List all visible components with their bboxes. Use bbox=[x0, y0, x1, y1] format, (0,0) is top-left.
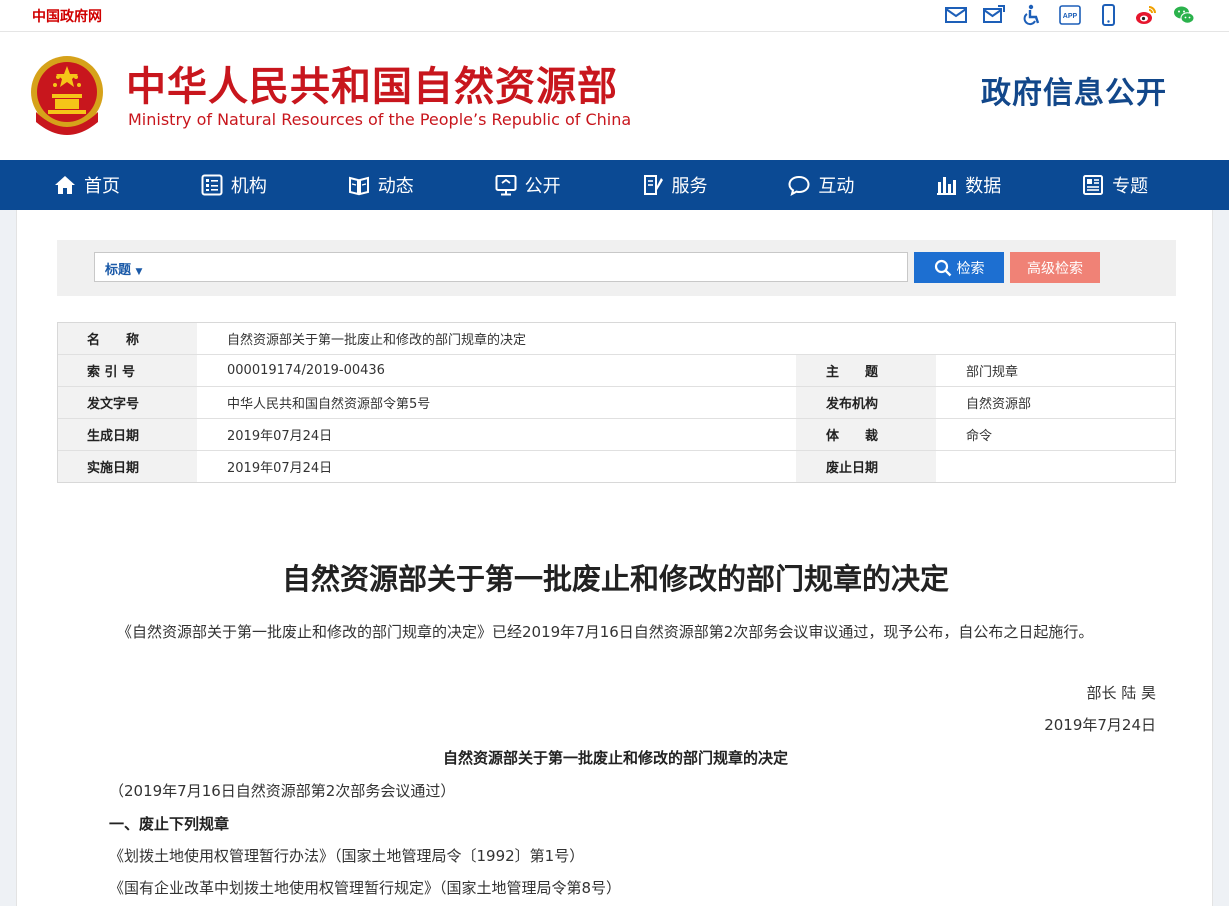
news-icon bbox=[348, 176, 369, 196]
nav-item-org[interactable]: 机构 bbox=[201, 160, 348, 210]
top-utility-bar: 中国政府网 APP bbox=[0, 0, 1229, 32]
meta-value-abolish bbox=[936, 450, 1176, 483]
search-panel: 标题 ▼ 检索 高级检索 bbox=[57, 240, 1176, 296]
advanced-search-button[interactable]: 高级检索 bbox=[1010, 252, 1100, 283]
gov-cn-link[interactable]: 中国政府网 bbox=[32, 6, 102, 26]
meta-value-theme: 部门规章 bbox=[936, 354, 1176, 387]
search-button[interactable]: 检索 bbox=[914, 252, 1004, 283]
meta-label-impldate: 实施日期 bbox=[57, 450, 197, 483]
meta-row: 生成日期 2019年07月24日 体 裁 命令 bbox=[57, 418, 1176, 451]
caret-down-icon: ▼ bbox=[135, 267, 143, 277]
search-icon bbox=[934, 259, 951, 276]
meta-label-theme: 主 题 bbox=[796, 354, 936, 387]
nav-item-home[interactable]: 首页 bbox=[54, 160, 201, 210]
mobile-icon[interactable] bbox=[1095, 3, 1121, 27]
main-nav: 首页 机构 动态 公开 服务 互动 数据 专题 bbox=[0, 160, 1229, 210]
adopted-note: （2019年7月16日自然资源部第2次部务会议通过） bbox=[109, 782, 456, 800]
service-icon bbox=[643, 175, 663, 195]
nav-item-data[interactable]: 数据 bbox=[935, 160, 1082, 210]
weibo-icon[interactable] bbox=[1133, 3, 1159, 27]
nav-item-interaction[interactable]: 互动 bbox=[788, 160, 935, 210]
meta-row: 实施日期 2019年07月24日 废止日期 bbox=[57, 450, 1176, 483]
disclosure-icon bbox=[495, 175, 517, 196]
utility-icons: APP bbox=[943, 3, 1197, 27]
meta-value-genre: 命令 bbox=[936, 418, 1176, 451]
meta-row: 索 引 号 000019174/2019-00436 主 题 部门规章 bbox=[57, 354, 1176, 387]
section-heading-abolish: 一、废止下列规章 bbox=[109, 815, 230, 833]
meta-label-publisher: 发布机构 bbox=[796, 386, 936, 419]
abolished-item: 《国有企业改革中划拨土地使用权管理暂行规定》（国家土地管理局令第8号） bbox=[109, 879, 622, 897]
section-title: 政府信息公开 bbox=[981, 76, 1167, 111]
site-name-cn[interactable]: 中华人民共和国自然资源部 bbox=[126, 54, 618, 112]
meta-label-index: 索 引 号 bbox=[57, 354, 197, 387]
document-meta-table: 名 称 自然资源部关于第一批废止和修改的部门规章的决定 索 引 号 000019… bbox=[57, 322, 1176, 483]
meta-row: 发文字号 中华人民共和国自然资源部令第5号 发布机构 自然资源部 bbox=[57, 386, 1176, 419]
nav-item-label: 首页 bbox=[84, 176, 120, 197]
app-icon[interactable]: APP bbox=[1057, 3, 1083, 27]
site-name-en: Ministry of Natural Resources of the Peo… bbox=[128, 110, 632, 129]
decision-subtitle: 自然资源部关于第一批废止和修改的部门规章的决定 bbox=[442, 749, 788, 767]
meta-label-docno: 发文字号 bbox=[57, 386, 197, 419]
meta-label-abolish: 废止日期 bbox=[796, 450, 936, 483]
app-icon-text: APP bbox=[1063, 13, 1078, 20]
nav-item-label: 机构 bbox=[230, 176, 267, 197]
search-input[interactable] bbox=[155, 255, 895, 279]
home-icon bbox=[55, 176, 75, 194]
meta-value-index: 000019174/2019-00436 bbox=[197, 354, 796, 387]
main-content: 标题 ▼ 检索 高级检索 名 称 自然资源部关于第一批废止和修改的部门规章的决定… bbox=[16, 210, 1213, 906]
nav-item-service[interactable]: 服务 bbox=[642, 160, 789, 210]
nav-item-label: 服务 bbox=[671, 176, 708, 197]
meta-value-impldate: 2019年07月24日 bbox=[197, 450, 796, 483]
nav-item-disclosure[interactable]: 公开 bbox=[495, 160, 642, 210]
meta-value-name: 自然资源部关于第一批废止和修改的部门规章的决定 bbox=[197, 322, 1176, 355]
search-type-dropdown[interactable]: 标题 ▼ bbox=[105, 259, 142, 278]
nav-item-label: 专题 bbox=[1112, 176, 1149, 197]
abolished-item: 《划拨土地使用权管理暂行办法》（国家土地管理局令〔1992〕第1号） bbox=[109, 847, 585, 865]
org-icon bbox=[201, 174, 223, 196]
meta-label-gendate: 生成日期 bbox=[57, 418, 197, 451]
search-box: 标题 ▼ bbox=[94, 252, 908, 282]
accessibility-icon[interactable] bbox=[1019, 3, 1045, 27]
meta-row: 名 称 自然资源部关于第一批废止和修改的部门规章的决定 bbox=[57, 322, 1176, 355]
document-title: 自然资源部关于第一批废止和修改的部门规章的决定 bbox=[281, 562, 949, 596]
nav-item-topic[interactable]: 专题 bbox=[1082, 160, 1229, 210]
topic-icon bbox=[1083, 175, 1104, 195]
site-header: 中华人民共和国自然资源部 Ministry of Natural Resourc… bbox=[0, 32, 1229, 160]
chat-icon bbox=[788, 175, 810, 196]
mail-reply-icon[interactable] bbox=[981, 3, 1007, 27]
signer: 部长 陆 昊 bbox=[1086, 684, 1156, 702]
chart-icon bbox=[937, 177, 957, 195]
sign-date: 2019年7月24日 bbox=[1044, 716, 1156, 734]
nav-item-news[interactable]: 动态 bbox=[348, 160, 495, 210]
search-button-label: 检索 bbox=[956, 259, 985, 276]
meta-value-publisher: 自然资源部 bbox=[936, 386, 1176, 419]
wechat-icon[interactable] bbox=[1171, 3, 1197, 27]
meta-label-name: 名 称 bbox=[57, 322, 197, 355]
meta-value-docno: 中华人民共和国自然资源部令第5号 bbox=[197, 386, 796, 419]
nav-item-label: 动态 bbox=[377, 176, 414, 197]
nav-item-label: 互动 bbox=[818, 176, 855, 197]
national-emblem-icon[interactable] bbox=[28, 52, 106, 136]
search-type-label: 标题 bbox=[105, 263, 132, 278]
nav-item-label: 数据 bbox=[965, 176, 1002, 197]
mail-icon[interactable] bbox=[943, 3, 969, 27]
meta-value-gendate: 2019年07月24日 bbox=[197, 418, 796, 451]
intro-paragraph: 《自然资源部关于第一批废止和修改的部门规章的决定》已经2019年7月16日自然资… bbox=[117, 623, 1094, 641]
meta-label-genre: 体 裁 bbox=[796, 418, 936, 451]
nav-item-label: 公开 bbox=[524, 176, 561, 197]
